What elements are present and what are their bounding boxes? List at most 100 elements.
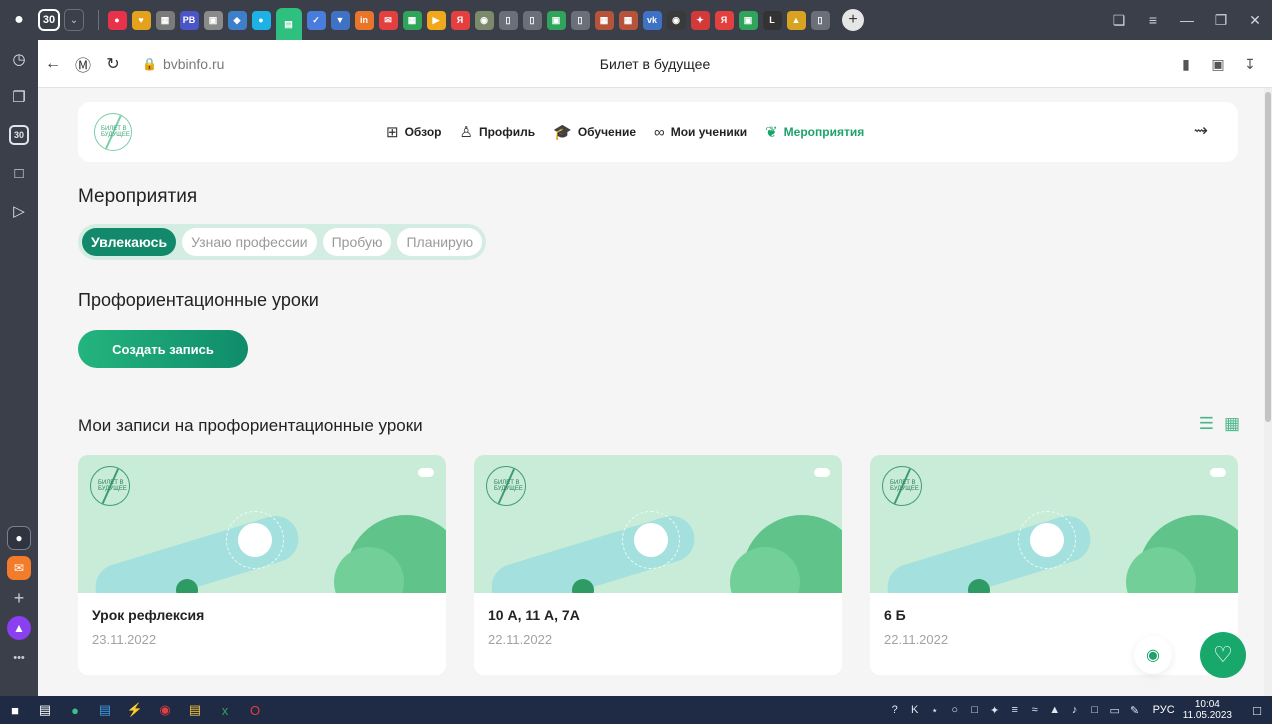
record-card[interactable]: БИЛЕТ В БУДУЩЕЕ 10 А, 11 А, 7А 22.11.2022 — [474, 455, 842, 675]
download-icon[interactable]: ↧ — [1234, 56, 1266, 73]
bolt-icon[interactable]: ⚡ — [120, 702, 150, 718]
tool-icon[interactable]: ✦ — [985, 704, 1005, 717]
nav-item-5[interactable]: ❦ Мероприятия — [765, 123, 864, 141]
record-card[interactable]: БИЛЕТ В БУДУЩЕЕ 6 Б 22.11.2022 — [870, 455, 1238, 675]
mail-icon[interactable]: ✉ — [378, 10, 398, 30]
task-view-icon[interactable]: ▤ — [30, 702, 60, 718]
kaspersky-icon[interactable]: K — [905, 704, 925, 716]
more-icon[interactable]: ••• — [7, 646, 31, 670]
tab-count-badge[interactable]: 30 — [38, 9, 60, 31]
in-icon[interactable]: in — [354, 10, 374, 30]
language-indicator[interactable]: РУС — [1153, 704, 1175, 716]
store-icon[interactable]: ▤ — [90, 702, 120, 718]
docs-icon[interactable]: ✓ — [306, 10, 326, 30]
pen-icon[interactable]: ✎ — [1125, 704, 1145, 717]
video-icon[interactable]: ▶ — [426, 10, 446, 30]
restore-icon[interactable]: ❐ — [1204, 12, 1238, 29]
chat-icon[interactable]: ● — [251, 10, 271, 30]
page2-icon[interactable]: ▯ — [522, 10, 542, 30]
create-record-button[interactable]: Создать запись — [78, 330, 248, 368]
shield-icon[interactable]: ♥ — [131, 10, 151, 30]
qr-icon[interactable]: ▣ — [203, 10, 223, 30]
battery-icon[interactable]: ▭ — [1105, 704, 1125, 717]
nav-item-2[interactable]: ♙ Профиль — [460, 123, 536, 141]
health-support-button[interactable]: ♡ — [1200, 632, 1246, 678]
page4-icon[interactable]: ▯ — [810, 10, 830, 30]
nav-item-4[interactable]: ∞ Мои ученики — [654, 124, 747, 141]
messenger-icon[interactable]: ● — [7, 526, 31, 550]
tab-count-sidebar[interactable]: 30 — [0, 116, 38, 154]
tabs-menu-icon[interactable]: ❏ — [1102, 12, 1136, 29]
add-panel-icon[interactable]: + — [7, 586, 31, 610]
list-view-icon[interactable]: ☰ — [1199, 414, 1214, 434]
vk-icon[interactable]: vk — [642, 10, 662, 30]
network-icon[interactable]: ≡ — [1005, 704, 1025, 716]
play-icon[interactable]: ▷ — [0, 192, 38, 230]
edge-icon[interactable]: ● — [60, 703, 90, 718]
apps-icon[interactable]: ▦ — [402, 10, 422, 30]
alice-icon[interactable]: ▲ — [7, 616, 31, 640]
history-icon[interactable]: ◷ — [0, 40, 38, 78]
bookmark-icon[interactable]: ▮ — [1170, 56, 1202, 73]
l-icon[interactable]: L — [762, 10, 782, 30]
card-menu-pill[interactable] — [418, 468, 434, 477]
security-icon[interactable]: ▲ — [1045, 704, 1065, 716]
lock-icon[interactable]: 🔒 — [142, 57, 157, 71]
menu-icon[interactable]: ≡ — [1136, 12, 1170, 28]
new-tab-button[interactable]: + — [842, 9, 864, 31]
eye-icon[interactable]: ◉ — [666, 10, 686, 30]
image-icon[interactable]: ▣ — [546, 10, 566, 30]
filter-tab-4[interactable]: Планирую — [397, 228, 483, 256]
scrollbar-thumb[interactable] — [1265, 92, 1271, 422]
filter-tab-2[interactable]: Узнаю профессии — [182, 228, 317, 256]
notifications-icon[interactable]: □ — [1242, 703, 1272, 718]
windows-start-icon[interactable]: ■ — [0, 703, 30, 718]
close-icon[interactable]: ✕ — [1238, 12, 1272, 29]
drive-icon[interactable]: ▲ — [786, 10, 806, 30]
yandex-icon[interactable]: Ⓜ — [68, 52, 98, 76]
music-icon[interactable]: ● — [107, 10, 127, 30]
bvb-icon[interactable]: ▤ — [275, 8, 302, 40]
url-field[interactable]: bvbinfo.ru — [163, 56, 224, 72]
diamond-icon[interactable]: ◆ — [227, 10, 247, 30]
excel-icon[interactable]: x — [210, 703, 240, 718]
filter-tab-1[interactable]: Увлекаюсь — [82, 228, 177, 256]
wifi-icon[interactable]: ≈ — [1025, 704, 1045, 716]
yandex2-icon[interactable]: Я — [714, 10, 734, 30]
card-menu-pill[interactable] — [814, 468, 830, 477]
profile-icon[interactable]: ● — [0, 0, 38, 40]
display-icon[interactable]: □ — [1085, 704, 1105, 716]
grid-view-icon[interactable]: ▦ — [1224, 414, 1240, 434]
photo2-icon[interactable]: ▦ — [618, 10, 638, 30]
grid-icon[interactable]: ▦ — [155, 10, 175, 30]
pb-icon[interactable]: PB — [179, 10, 199, 30]
reload-icon[interactable]: ↻ — [98, 54, 128, 74]
star-icon[interactable]: ✦ — [690, 10, 710, 30]
page-icon[interactable]: ▯ — [498, 10, 518, 30]
yandex-browser-icon[interactable]: ◉ — [150, 702, 180, 718]
record-card[interactable]: БИЛЕТ В БУДУЩЕЕ Урок рефлексия 23.11.2022 — [78, 455, 446, 675]
disk-icon[interactable]: ○ — [945, 704, 965, 716]
clock[interactable]: 10:04 11.05.2023 — [1183, 699, 1232, 721]
screenshot-icon[interactable]: □ — [0, 154, 38, 192]
page-scrollbar[interactable] — [1264, 88, 1272, 696]
pin-icon[interactable]: ▼ — [330, 10, 350, 30]
green-icon[interactable]: ▣ — [738, 10, 758, 30]
page3-icon[interactable]: ▯ — [570, 10, 590, 30]
folder-icon[interactable]: ▤ — [180, 702, 210, 718]
yandex-icon[interactable]: Я — [450, 10, 470, 30]
opera-icon[interactable]: O — [240, 703, 270, 718]
accessibility-eye-button[interactable]: ◉ — [1134, 636, 1172, 674]
filter-tab-3[interactable]: Пробую — [322, 228, 392, 256]
logout-icon[interactable]: ⇝ — [1194, 121, 1208, 141]
mail-icon[interactable]: ✉ — [7, 556, 31, 580]
help-icon[interactable]: ? — [885, 704, 905, 716]
card-menu-pill[interactable] — [1210, 468, 1226, 477]
nav-item-1[interactable]: ⊞ Обзор — [386, 123, 442, 141]
app-tray-icon[interactable]: □ — [965, 704, 985, 716]
nav-item-3[interactable]: 🎓 Обучение — [553, 123, 636, 141]
minimize-icon[interactable]: — — [1170, 12, 1204, 28]
volume-icon[interactable]: ♪ — [1065, 704, 1085, 716]
chevron-down-icon[interactable]: ⌄ — [64, 9, 84, 31]
site-logo[interactable]: БИЛЕТ В БУДУЩЕЕ — [94, 113, 132, 151]
